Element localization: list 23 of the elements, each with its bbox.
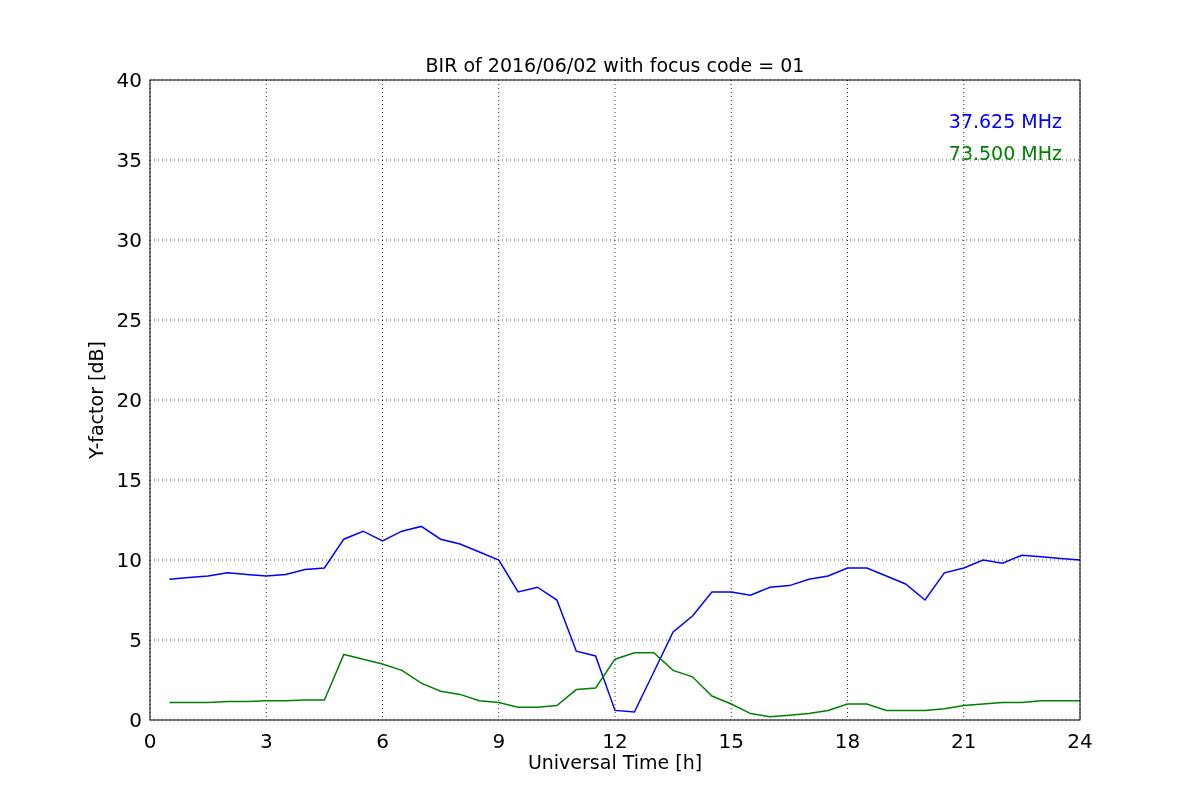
tick-label: 21 [951, 729, 977, 753]
tick-label: 12 [602, 729, 628, 753]
chart-title: BIR of 2016/06/02 with focus code = 01 [425, 54, 805, 76]
tick-label: 10 [116, 548, 142, 572]
axis-label: Y-factor [dB] [85, 341, 107, 459]
tick-label: 18 [834, 729, 861, 753]
legend-label: 73.500 MHz [948, 142, 1062, 164]
tick-label: 0 [129, 708, 142, 732]
tick-label: 20 [116, 388, 142, 412]
tick-label: 40 [116, 68, 142, 92]
tick-label: 35 [116, 148, 142, 172]
tick-label: 3 [259, 729, 273, 753]
axis-label: Universal Time [h] [527, 751, 703, 773]
tick-label: 30 [116, 228, 142, 252]
tick-label: 6 [376, 729, 389, 753]
tick-label: 5 [129, 628, 142, 652]
tick-label: 15 [718, 729, 744, 753]
tick-label: 9 [492, 729, 506, 753]
legend-label: 37.625 MHz [948, 110, 1062, 132]
tick-label: 25 [116, 308, 142, 332]
tick-label: 0 [143, 729, 157, 753]
tick-label: 15 [116, 468, 142, 492]
tick-label: 24 [1067, 729, 1093, 753]
